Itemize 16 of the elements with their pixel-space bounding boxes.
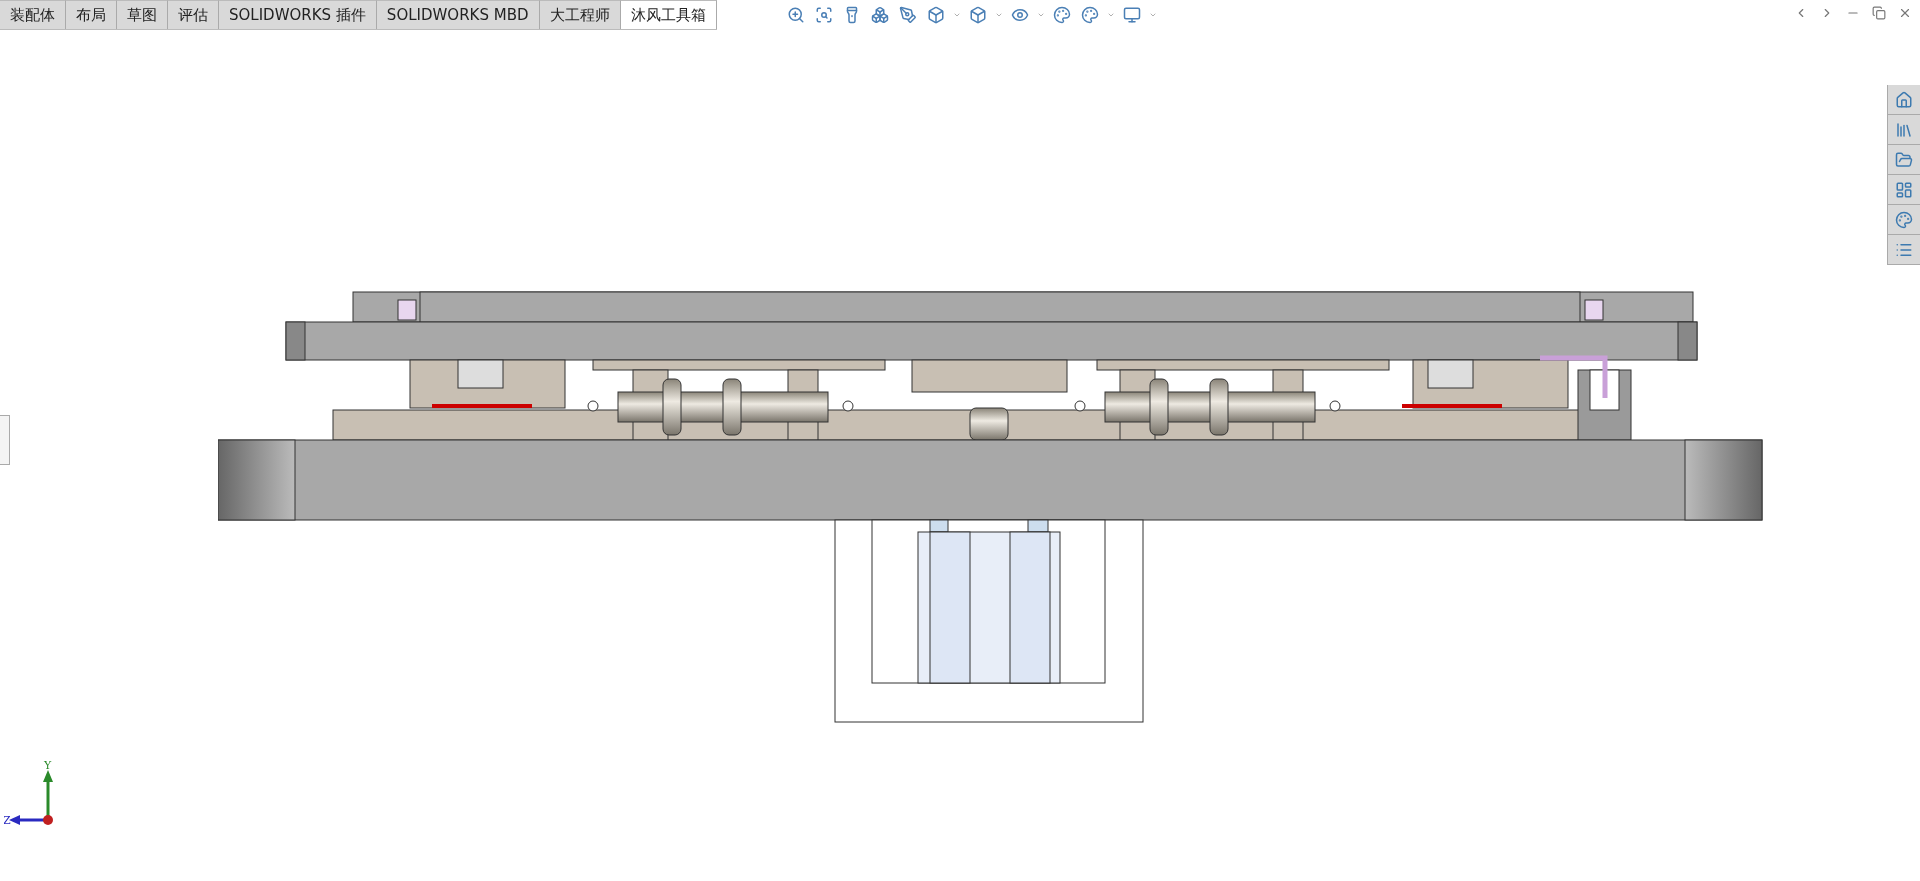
toolbar-icon[interactable]: [1079, 4, 1101, 26]
panel-handle[interactable]: [0, 415, 10, 465]
toolbar-icon[interactable]: [869, 4, 891, 26]
ribbon-tab[interactable]: SOLIDWORKS MBD: [376, 0, 540, 29]
restore-icon[interactable]: [1872, 6, 1886, 20]
axis-triad-drawing: Y Z: [4, 758, 64, 828]
toolbar-icon[interactable]: [897, 4, 919, 26]
ribbon-tab[interactable]: 装配体: [0, 0, 66, 29]
close-icon[interactable]: [1898, 6, 1912, 20]
ribbon-tab[interactable]: 大工程师: [539, 0, 621, 29]
toolbar-icon[interactable]: [1051, 4, 1073, 26]
ribbon-tab[interactable]: 沐风工具箱: [620, 0, 717, 29]
ribbon-tab[interactable]: 布局: [66, 0, 117, 29]
ribbon-tab[interactable]: 评估: [168, 0, 219, 29]
ribbon-tab[interactable]: 草图: [117, 0, 168, 29]
ribbon-tab[interactable]: SOLIDWORKS 插件: [219, 0, 377, 29]
